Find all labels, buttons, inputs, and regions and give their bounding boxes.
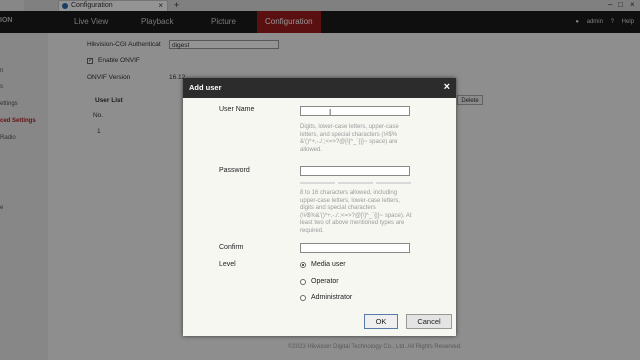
level-media-user-radio[interactable] [300, 262, 306, 268]
confirm-input[interactable] [300, 243, 410, 253]
cancel-button[interactable]: Cancel [406, 314, 452, 329]
level-operator-radio[interactable] [300, 279, 306, 285]
dialog-title: Add user [189, 83, 222, 92]
dialog-header: Add user × [183, 78, 456, 98]
password-strength-weak [300, 182, 335, 184]
confirm-label: Confirm [219, 244, 244, 251]
level-label: Level [219, 261, 236, 268]
password-input[interactable] [300, 166, 410, 176]
password-strength-strong [376, 182, 411, 184]
close-icon[interactable]: × [444, 81, 450, 93]
password-strength-medium [338, 182, 373, 184]
level-administrator-label: Administrator [311, 294, 353, 301]
password-label: Password [219, 167, 250, 174]
ok-button[interactable]: OK [364, 314, 398, 329]
user-name-hint: Digits, lower-case letters, upper-case l… [300, 124, 399, 153]
text-cursor-icon: I [329, 108, 332, 117]
user-name-label: User Name [219, 106, 255, 113]
level-media-user-label: Media user [311, 261, 346, 268]
add-user-dialog: Add user × User Name I Digits, lower-cas… [183, 78, 456, 336]
level-administrator-radio[interactable] [300, 295, 306, 301]
password-hint: 8 to 16 characters allowed, including up… [300, 190, 412, 234]
level-operator-label: Operator [311, 278, 339, 285]
user-name-input[interactable] [300, 106, 410, 116]
